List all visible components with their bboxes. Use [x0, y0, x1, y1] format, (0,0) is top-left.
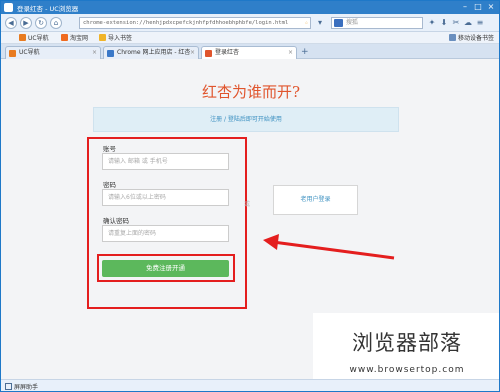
hongxing-tab-icon [205, 50, 212, 57]
bookmark-taobao[interactable]: 淘宝网 [61, 34, 88, 43]
watermark: 浏览器部落 www.browsertop.com [313, 313, 499, 389]
extension-icon[interactable]: ✦ [427, 18, 437, 28]
new-tab-button[interactable]: + [301, 47, 309, 57]
tab-bar: UC导航 × Chrome 网上应用店 - 红杏 × 登录红杏 × + [1, 44, 499, 60]
page-content: 红杏为谁而开? 注册 / 登陆后即可开始使用 账号 请输入 邮箱 或 手机号 密… [1, 59, 499, 389]
download-icon[interactable]: ⬇ [439, 18, 449, 28]
star-icon[interactable]: ☆ [305, 18, 308, 28]
uc-bookmark-icon [19, 34, 26, 41]
taobao-bookmark-icon [61, 34, 68, 41]
tab-login[interactable]: 登录红杏 × [201, 46, 297, 60]
screenshot-icon[interactable]: ✂ [451, 18, 461, 28]
import-bookmark-icon [99, 34, 106, 41]
close-tab-icon[interactable]: × [92, 47, 97, 59]
chrome-store-tab-icon [107, 50, 114, 57]
minimize-button[interactable]: – [459, 2, 471, 12]
browser-window: 登录红杏 - UC浏览器 – □ × ◀ ▶ ↻ ⌂ chrome-extens… [0, 0, 500, 392]
cloud-icon[interactable]: ☁ [463, 18, 473, 28]
screen-assistant-button[interactable]: 屏屏助手 [5, 383, 38, 391]
screen-assistant-icon [5, 383, 12, 390]
menu-icon[interactable]: ≡ [475, 18, 485, 28]
title-bar: 登录红杏 - UC浏览器 – □ × [1, 1, 499, 14]
dropdown-icon[interactable]: ▾ [315, 18, 325, 28]
bookmark-uc-nav[interactable]: UC导航 [19, 34, 49, 43]
close-tab-icon[interactable]: × [190, 47, 195, 59]
mobile-bookmarks[interactable]: 移动设备书签 [449, 34, 494, 43]
status-bar: 屏屏助手 [1, 379, 499, 391]
tab-chrome-store[interactable]: Chrome 网上应用店 - 红杏 × [103, 46, 199, 59]
bookmark-import[interactable]: 导入书签 [99, 34, 132, 43]
uc-logo-icon [4, 3, 13, 12]
close-tab-icon[interactable]: × [288, 47, 293, 59]
maximize-button[interactable]: □ [472, 2, 484, 12]
search-placeholder: 搜狐 [346, 19, 359, 26]
navigation-toolbar: ◀ ▶ ↻ ⌂ chrome-extension://henhjpdxcpefc… [1, 14, 499, 32]
home-button[interactable]: ⌂ [50, 17, 62, 29]
back-button[interactable]: ◀ [5, 17, 17, 29]
bookmarks-bar: UC导航 淘宝网 导入书签 移动设备书签 [1, 32, 499, 44]
tab-uc-nav[interactable]: UC导航 × [5, 46, 101, 59]
window-title: 登录红杏 - UC浏览器 [17, 5, 79, 13]
watermark-title: 浏览器部落 [352, 331, 462, 355]
address-text: chrome-extension://henhjpdxcpefckjnhfpfd… [83, 20, 289, 26]
refresh-button[interactable]: ↻ [35, 17, 47, 29]
close-button[interactable]: × [485, 2, 497, 12]
search-engine-icon[interactable] [334, 19, 343, 27]
mobile-bookmark-icon [449, 34, 456, 41]
search-input[interactable]: 搜狐 [331, 17, 423, 29]
uc-tab-icon [9, 50, 16, 57]
watermark-url: www.browsertop.com [349, 365, 465, 375]
address-bar[interactable]: chrome-extension://henhjpdxcpefckjnhfpfd… [79, 17, 311, 29]
forward-button[interactable]: ▶ [20, 17, 32, 29]
